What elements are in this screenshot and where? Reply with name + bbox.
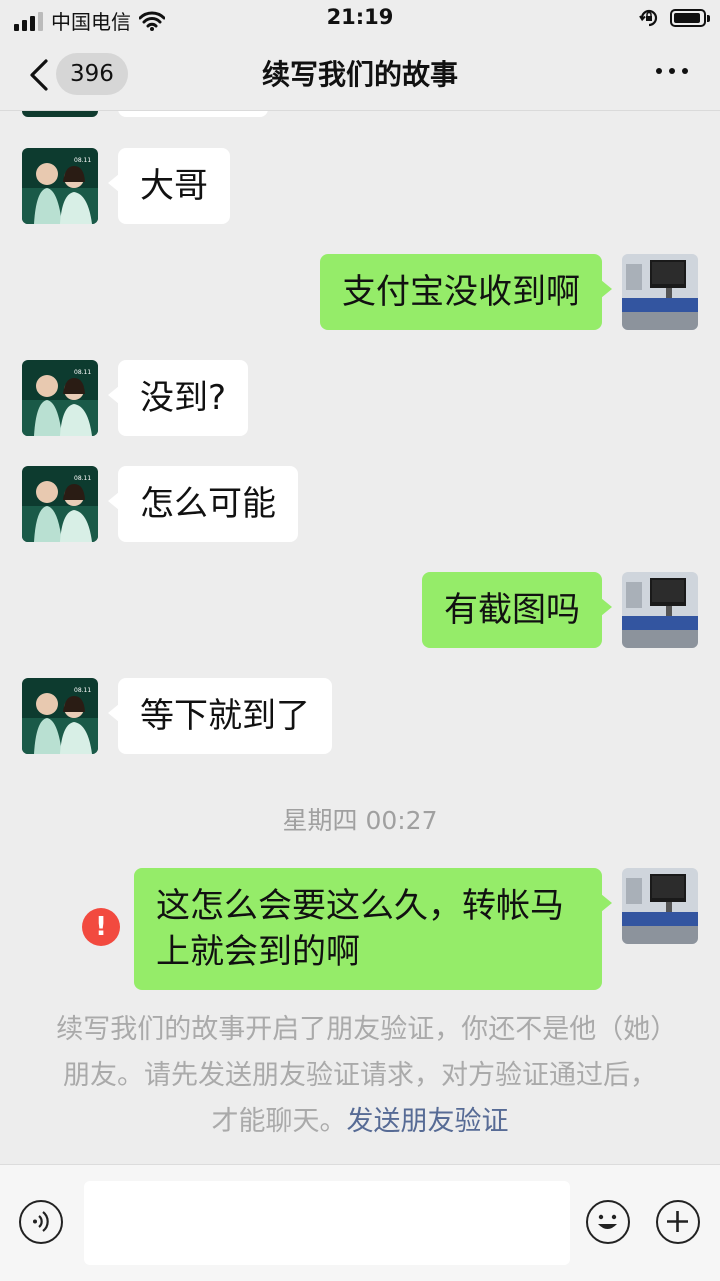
lock-rotation-icon <box>639 9 658 27</box>
my-avatar[interactable] <box>622 868 698 944</box>
plus-icon[interactable] <box>656 1200 700 1244</box>
input-bar <box>0 1164 720 1281</box>
contact-avatar[interactable]: 08.11 <box>22 148 98 224</box>
my-avatar[interactable] <box>622 572 698 648</box>
svg-text:08.11: 08.11 <box>74 687 91 694</box>
message-bubble[interactable]: 这怎么会要这么久，转帐马 上就会到的啊 <box>134 868 612 990</box>
emoji-icon[interactable] <box>586 1200 630 1244</box>
chat-area[interactable]: 08.11 大哥 支付宝没收到啊 08.11 没到? 08.11 怎么可能 有截… <box>0 111 720 1164</box>
message-bubble[interactable]: 支付宝没收到啊 <box>320 254 612 330</box>
contact-avatar[interactable]: 08.11 <box>22 360 98 436</box>
back-arrow-icon[interactable] <box>26 57 50 93</box>
message-bubble[interactable]: 没到? <box>107 360 249 436</box>
message-bubble[interactable]: 有截图吗 <box>422 572 612 648</box>
status-right <box>638 7 710 29</box>
system-notice: 续写我们的故事开启了朋友验证，你还不是他（她）朋友。请先发送朋友验证请求，对方验… <box>50 1007 670 1145</box>
contact-avatar[interactable]: 08.11 <box>22 466 98 542</box>
nav-bar: 396 续写我们的故事 <box>0 40 720 111</box>
chat-timestamp: 星期四 00:27 <box>282 806 438 835</box>
message-text: 有截图吗 <box>444 590 580 630</box>
message-bubble-partial <box>118 111 268 117</box>
message-bubble[interactable]: 怎么可能 <box>108 466 298 542</box>
svg-text:08.11: 08.11 <box>74 475 91 482</box>
message-input[interactable] <box>84 1181 570 1265</box>
svg-text:08.11: 08.11 <box>74 369 91 376</box>
message-text: 等下就到了 <box>140 696 310 736</box>
send-verification-link[interactable]: 发送朋友验证 <box>347 1106 509 1137</box>
battery-icon <box>670 9 710 27</box>
status-time: 21:19 <box>326 5 394 29</box>
message-text-line: 这怎么会要这么久，转帐马 <box>156 886 564 926</box>
unread-count-badge[interactable]: 396 <box>56 53 128 95</box>
contact-avatar[interactable]: 08.11 <box>22 678 98 754</box>
message-text: 支付宝没收到啊 <box>342 272 580 312</box>
more-icon[interactable] <box>656 68 688 74</box>
message-text: 没到? <box>140 378 227 418</box>
voice-icon[interactable] <box>19 1200 63 1244</box>
message-text-line: 上就会到的啊 <box>156 932 360 972</box>
my-avatar[interactable] <box>622 254 698 330</box>
message-bubble[interactable]: 大哥 <box>108 148 230 224</box>
error-icon[interactable]: ! <box>82 908 120 946</box>
contact-avatar[interactable] <box>22 111 98 117</box>
chat-title: 续写我们的故事 <box>261 58 458 91</box>
status-bar: 中国电信 21:19 <box>0 0 720 40</box>
message-bubble[interactable]: 等下就到了 <box>108 678 332 754</box>
message-text: 大哥 <box>140 166 208 206</box>
svg-text:08.11: 08.11 <box>74 157 91 164</box>
message-text: 怎么可能 <box>140 484 276 524</box>
